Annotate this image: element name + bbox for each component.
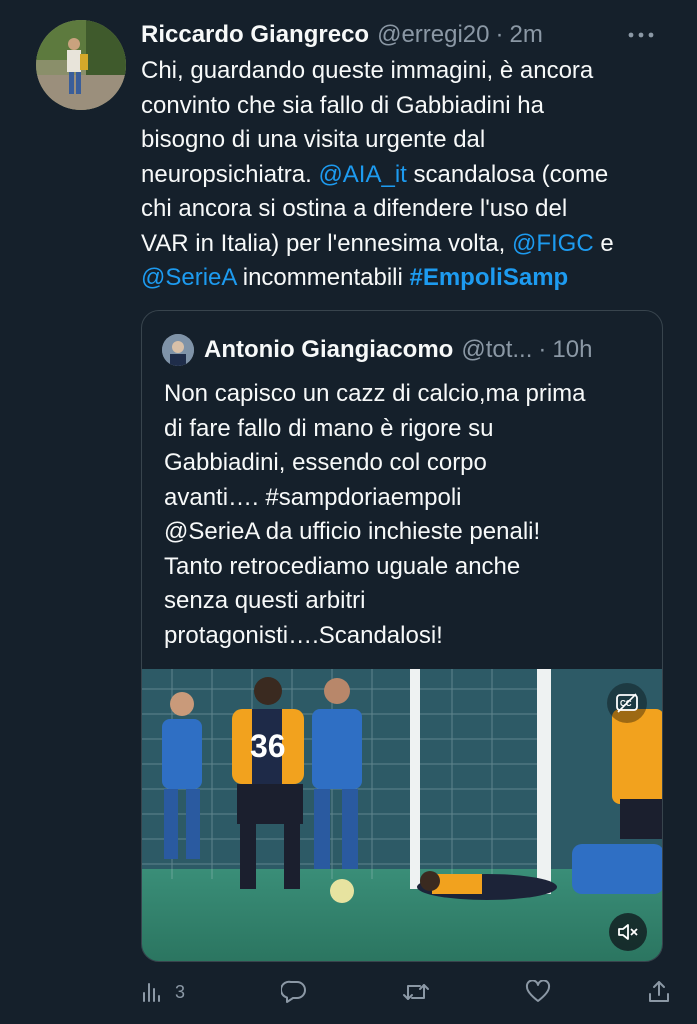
player-number: 36 <box>250 728 286 764</box>
quoted-tweet-time[interactable]: 10h <box>552 336 592 364</box>
reply-icon <box>280 980 307 1004</box>
tweet-text: VAR in Italia) per l'ennesima volta, <box>141 229 512 257</box>
tweet-body: Chi, guardando queste immagini, è ancora… <box>141 54 681 296</box>
author-handle[interactable]: @erregi20 <box>377 21 489 49</box>
quoted-tweet-line: Non capisco un cazz di calcio,ma prima <box>164 380 586 407</box>
tweet-body-line: chi ancora si ostina a difendere l'uso d… <box>141 192 681 227</box>
tweet-actions: 3 <box>141 975 671 1009</box>
quoted-tweet-line: avanti…. #sampdoriaempoli <box>164 483 462 511</box>
quoted-tweet-body: Non capisco un cazz di calcio,ma prima di… <box>164 377 644 653</box>
hashtag-link[interactable]: #EmpoliSamp <box>409 264 568 291</box>
tweet-text: e <box>593 229 614 257</box>
tweet-text: incommentabili <box>236 264 410 291</box>
retweet-icon <box>402 981 430 1003</box>
views-button[interactable]: 3 <box>141 981 185 1003</box>
volume-muted-icon[interactable] <box>609 913 647 951</box>
tweet-body-line: convinto che sia fallo di Gabbiadini ha <box>141 89 681 124</box>
separator-dot: · <box>495 21 504 48</box>
tweet-text: Chi, guardando queste immagini, è ancora <box>141 57 594 84</box>
tweet-text: chi ancora si ostina a difendere l'uso d… <box>141 195 568 222</box>
quoted-tweet-header: Antonio Giangiacomo @tot... · 10h <box>162 333 642 367</box>
quoted-tweet-line: protagonisti….Scandalosi! <box>164 621 443 649</box>
quoted-tweet-line: Tanto retrocediamo uguale anche <box>164 552 521 580</box>
closed-captions-icon[interactable]: CC <box>607 683 647 723</box>
mention-link[interactable]: @AIA_it <box>318 161 406 188</box>
quoted-tweet-line: di fare fallo di mano è rigore su <box>164 414 494 442</box>
quoted-separator-dot: · <box>538 336 547 363</box>
mention-link[interactable]: @FIGC <box>512 230 594 257</box>
share-icon <box>647 980 671 1004</box>
heart-icon <box>525 980 551 1004</box>
tweet-body-line: neuropsichiatra. @AIA_it scandalosa (com… <box>141 158 681 193</box>
tweet-text: neuropsichiatra. <box>141 160 319 188</box>
quoted-author-avatar <box>162 334 194 366</box>
retweet-button[interactable] <box>402 981 430 1003</box>
analytics-icon <box>141 981 163 1003</box>
author-name[interactable]: Riccardo Giangreco <box>141 21 369 49</box>
author-avatar[interactable] <box>36 20 126 110</box>
tweet-text: bisogno di una visita urgente dal <box>141 126 486 153</box>
tweet-header: Riccardo Giangreco @erregi20 · 2m <box>141 20 681 50</box>
quoted-tweet[interactable]: Antonio Giangiacomo @tot... · 10h Non ca… <box>141 310 663 962</box>
more-icon[interactable] <box>621 20 661 50</box>
share-button[interactable] <box>647 980 671 1004</box>
tweet-text: scandalosa (come <box>406 160 609 188</box>
tweet-body-line: VAR in Italia) per l'ennesima volta, @FI… <box>141 227 681 262</box>
tweet-body-line: @SerieA incommentabili #EmpoliSamp <box>141 261 681 296</box>
tweet[interactable]: Riccardo Giangreco @erregi20 · 2m Chi, g… <box>0 0 697 1024</box>
tweet-time[interactable]: 2m <box>510 21 543 49</box>
tweet-text: convinto che sia fallo di Gabbiadini ha <box>141 91 544 119</box>
views-count: 3 <box>175 981 186 1002</box>
quoted-tweet-line: senza questi arbitri <box>164 587 366 614</box>
reply-button[interactable] <box>280 980 307 1004</box>
quoted-tweet-video[interactable]: 36 CC <box>142 669 662 961</box>
quoted-tweet-line: @SerieA da ufficio inchieste penali! <box>164 518 541 545</box>
quoted-tweet-line: Gabbiadini, essendo col corpo <box>164 449 487 476</box>
tweet-body-line: bisogno di una visita urgente dal <box>141 123 681 158</box>
tweet-body-line: Chi, guardando queste immagini, è ancora <box>141 54 681 89</box>
quoted-author-name[interactable]: Antonio Giangiacomo <box>204 336 453 364</box>
video-frame-image: 36 <box>142 669 662 961</box>
quoted-author-handle[interactable]: @tot... <box>461 336 532 364</box>
mention-link[interactable]: @SerieA <box>141 264 236 291</box>
like-button[interactable] <box>525 980 551 1004</box>
